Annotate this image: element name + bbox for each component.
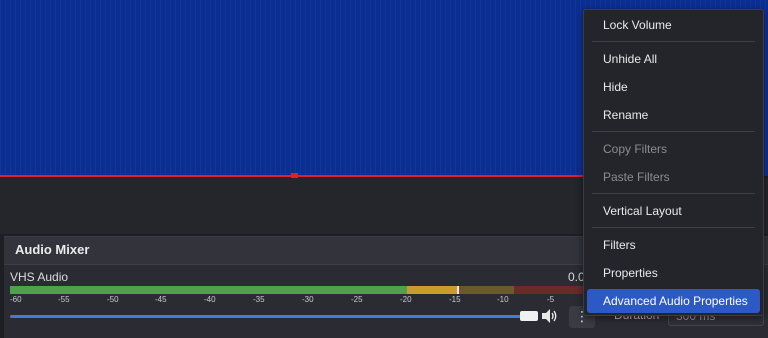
meter-red-segment: [514, 286, 584, 294]
speaker-icon[interactable]: [541, 308, 559, 324]
meter-tick: -60: [10, 295, 22, 304]
menu-item-copy-filters: Copy Filters: [603, 142, 668, 156]
meter-tick: -10: [497, 295, 509, 304]
menu-item-hide[interactable]: Hide: [587, 75, 760, 99]
meter-tick: -50: [107, 295, 119, 304]
menu-item-properties[interactable]: Properties: [587, 261, 760, 285]
meter-tick: -40: [204, 295, 216, 304]
menu-item-vertical-layout[interactable]: Vertical Layout: [587, 199, 760, 223]
menu-separator: [592, 193, 755, 194]
meter-tick: -55: [58, 295, 70, 304]
context-menu: Lock Volume Unhide All Hide Rename Copy …: [583, 9, 764, 316]
menu-separator: [592, 227, 755, 228]
menu-item-lock-volume[interactable]: Lock Volume: [587, 13, 760, 37]
meter-tick-labels: -60 -55 -50 -45 -40 -35 -30 -25 -20 -15 …: [10, 295, 584, 307]
meter-yellow-segment: [407, 286, 457, 294]
meter-yellow-inactive-segment: [457, 286, 514, 294]
volume-meter: [10, 286, 584, 294]
volume-slider-handle[interactable]: [520, 311, 538, 321]
meter-tick: -20: [400, 295, 412, 304]
meter-green-segment: [10, 286, 407, 294]
dock-title: Audio Mixer: [15, 242, 90, 257]
meter-tick: -35: [253, 295, 265, 304]
menu-item-rename[interactable]: Rename: [587, 103, 760, 127]
menu-item-advanced-audio-properties[interactable]: Advanced Audio Properties: [587, 289, 760, 313]
menu-separator: [592, 131, 755, 132]
menu-item-unhide-all[interactable]: Unhide All: [587, 47, 760, 71]
meter-tick: -5: [547, 295, 555, 304]
volume-slider-track[interactable]: [10, 315, 522, 318]
meter-peak-marker: [457, 286, 459, 294]
menu-item-paste-filters: Paste Filters: [603, 170, 670, 184]
menu-item-filters[interactable]: Filters: [587, 233, 760, 257]
meter-tick: -30: [302, 295, 314, 304]
menu-separator: [592, 41, 755, 42]
meter-tick: -15: [449, 295, 461, 304]
channel-name: VHS Audio: [10, 270, 69, 284]
meter-tick: -45: [155, 295, 167, 304]
meter-tick: -25: [351, 295, 363, 304]
